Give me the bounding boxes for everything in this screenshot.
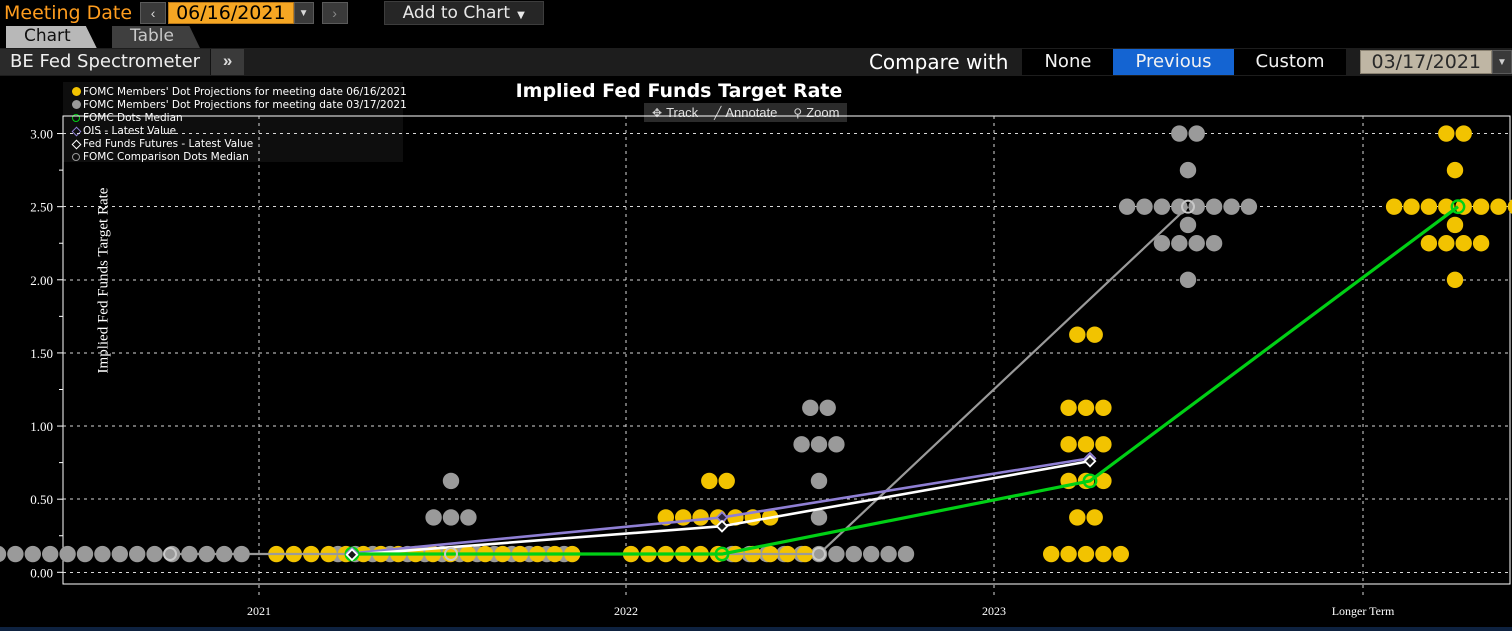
compare-date-dropdown-icon[interactable]: ▼ xyxy=(1492,50,1512,74)
previous-meeting-button[interactable]: ‹ xyxy=(140,2,167,24)
meeting-date-dropdown-icon[interactable]: ▼ xyxy=(293,2,314,24)
svg-text:Longer Term: Longer Term xyxy=(1332,604,1395,618)
meeting-date-input[interactable]: 06/16/2021 xyxy=(168,2,294,24)
tab-chart[interactable]: Chart xyxy=(6,26,97,48)
compare-date-input[interactable]: 03/17/2021 xyxy=(1360,50,1492,74)
status-bar xyxy=(0,627,1512,631)
meeting-date-label: Meeting Date xyxy=(4,2,133,24)
add-to-chart-button[interactable]: Add to Chart ▼ xyxy=(383,1,544,25)
app-title: BE Fed Spectrometer xyxy=(0,49,211,75)
svg-text:2.00: 2.00 xyxy=(30,273,53,288)
svg-text:1.50: 1.50 xyxy=(30,346,53,361)
chevron-down-icon: ▼ xyxy=(517,10,525,21)
svg-text:2022: 2022 xyxy=(614,604,638,618)
expand-chevron-icon[interactable]: » xyxy=(210,49,245,75)
svg-text:0.50: 0.50 xyxy=(30,492,53,507)
svg-text:1.00: 1.00 xyxy=(30,419,53,434)
chart-svg[interactable]: 0.00 0.50 1.00 1.50 2.00 2.50 3.00 2021 2022 2023… xyxy=(0,76,1512,631)
tab-bar: Chart Table xyxy=(0,26,1512,48)
svg-text:2.50: 2.50 xyxy=(30,200,53,215)
fed-spectrometer-app: Meeting Date ‹ 06/16/2021 ▼ › Add to Cha… xyxy=(0,0,1512,631)
compare-with-label: Compare with xyxy=(868,50,1009,74)
compare-option-previous[interactable]: Previous xyxy=(1113,49,1234,75)
svg-text:0.00: 0.00 xyxy=(30,565,53,580)
next-meeting-button[interactable]: › xyxy=(321,2,348,24)
svg-text:2021: 2021 xyxy=(247,604,271,618)
svg-text:2023: 2023 xyxy=(982,604,1006,618)
tab-table[interactable]: Table xyxy=(112,26,200,48)
compare-option-none[interactable]: None xyxy=(1022,49,1114,75)
add-to-chart-label: Add to Chart xyxy=(402,3,511,23)
sub-toolbar: BE Fed Spectrometer » Compare with None … xyxy=(0,48,1512,76)
top-toolbar: Meeting Date ‹ 06/16/2021 ▼ › Add to Cha… xyxy=(0,0,1512,26)
compare-option-custom[interactable]: Custom xyxy=(1233,49,1347,75)
svg-text:3.00: 3.00 xyxy=(30,127,53,142)
chart-area: Implied Fed Funds Target Rate ✥ Track ╱ An… xyxy=(0,76,1512,631)
